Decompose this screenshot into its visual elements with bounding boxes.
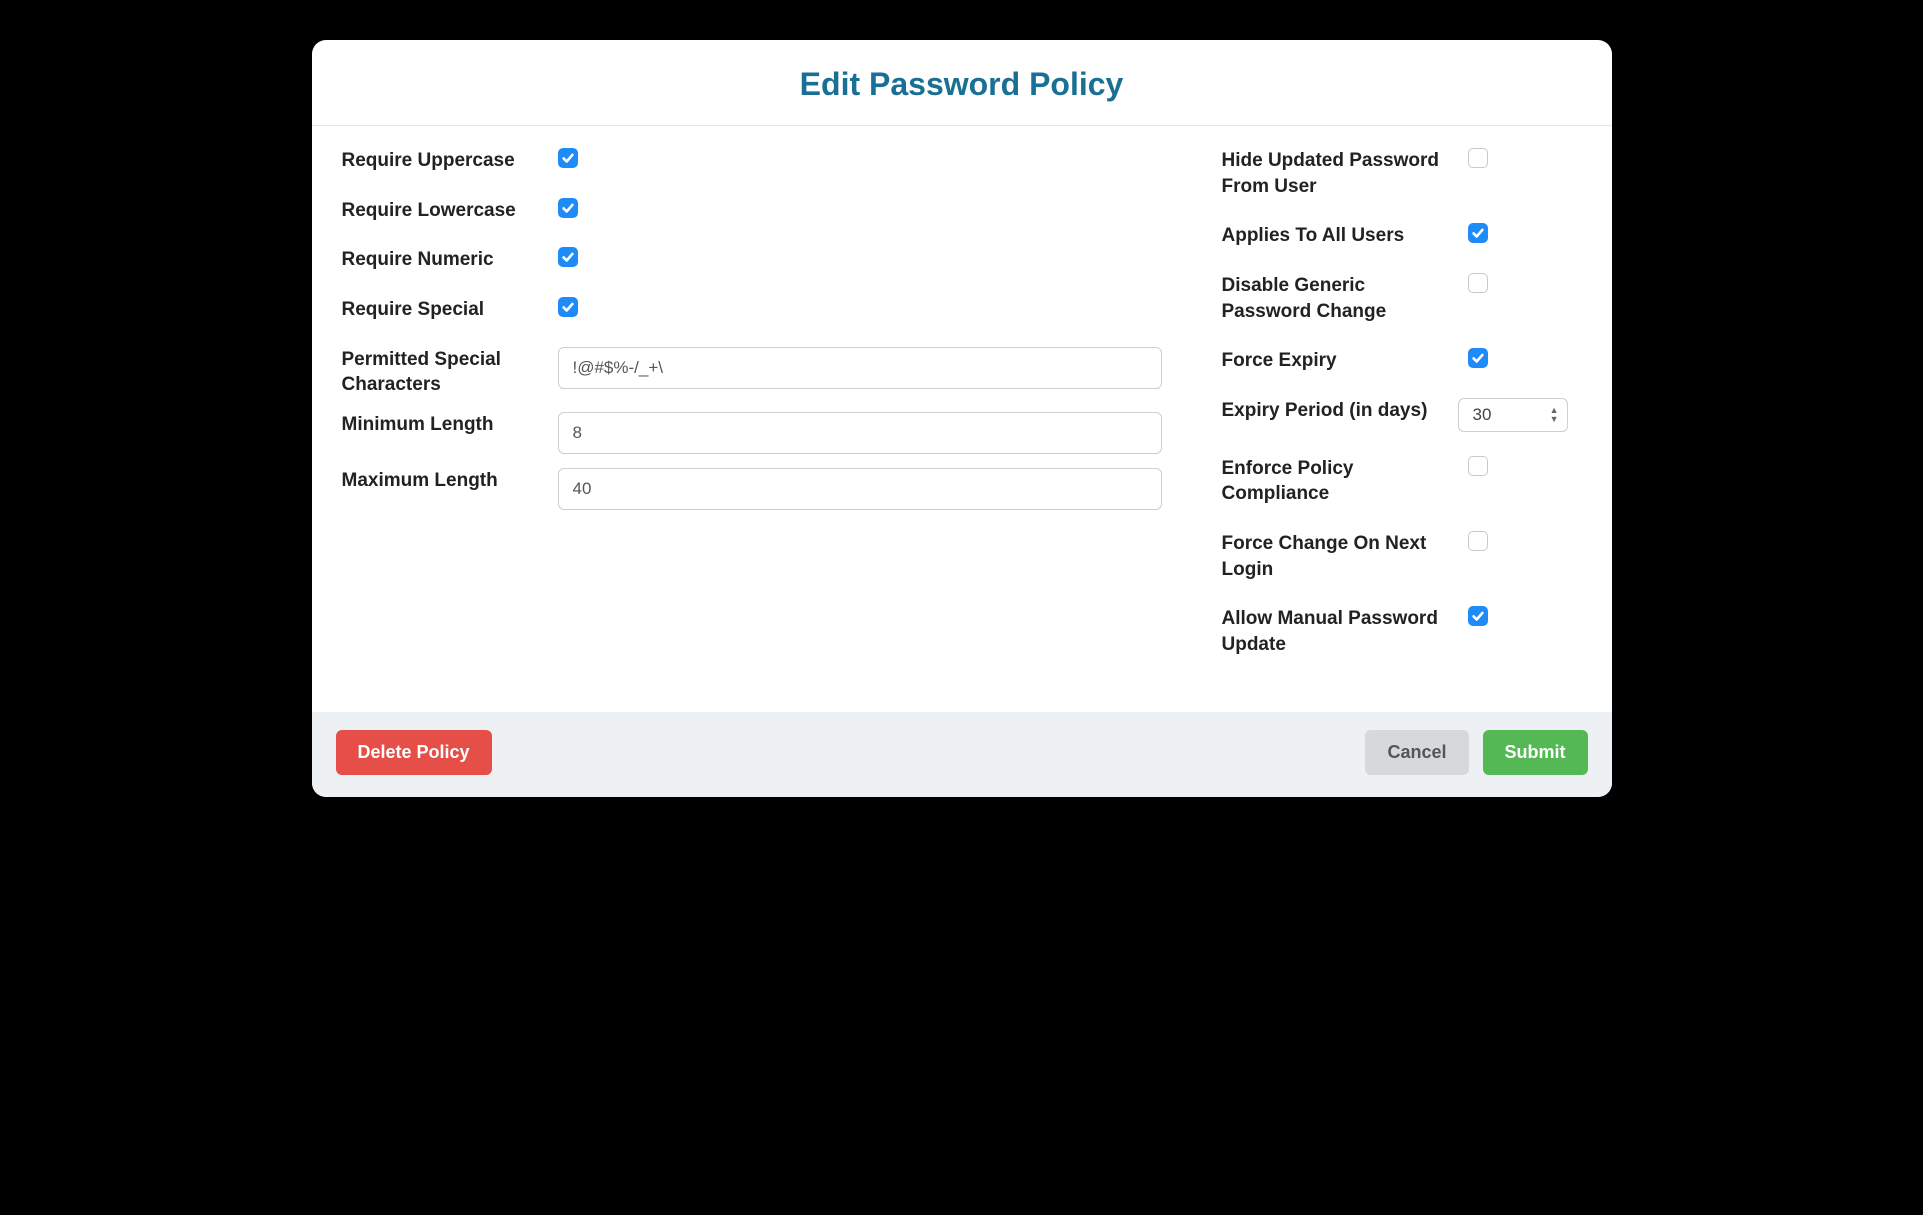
max-length-input[interactable] <box>558 468 1162 510</box>
check-icon <box>561 250 575 264</box>
require-special-checkbox[interactable] <box>558 297 578 317</box>
hide-updated-checkbox[interactable] <box>1468 148 1488 168</box>
require-numeric-checkbox[interactable] <box>558 247 578 267</box>
min-length-input[interactable] <box>558 412 1162 454</box>
enforce-compliance-checkbox[interactable] <box>1468 456 1488 476</box>
force-next-login-checkbox[interactable] <box>1468 531 1488 551</box>
check-icon <box>561 151 575 165</box>
require-uppercase-label: Require Uppercase <box>342 148 542 174</box>
disable-generic-checkbox[interactable] <box>1468 273 1488 293</box>
permitted-special-label: Permitted Special Characters <box>342 347 542 398</box>
permitted-special-input[interactable] <box>558 347 1162 389</box>
max-length-label: Maximum Length <box>342 468 542 494</box>
allow-manual-label: Allow Manual Password Update <box>1222 606 1442 657</box>
left-column: Require Uppercase Require Lowercase Requ… <box>342 148 1162 682</box>
panel-header: Edit Password Policy <box>312 40 1612 126</box>
submit-button[interactable]: Submit <box>1483 730 1588 775</box>
enforce-compliance-label: Enforce Policy Compliance <box>1222 456 1442 507</box>
force-expiry-checkbox[interactable] <box>1468 348 1488 368</box>
check-icon <box>561 201 575 215</box>
check-icon <box>1471 609 1485 623</box>
right-column: Hide Updated Password From User Applies … <box>1222 148 1582 682</box>
require-uppercase-checkbox[interactable] <box>558 148 578 168</box>
min-length-label: Minimum Length <box>342 412 542 438</box>
applies-all-checkbox[interactable] <box>1468 223 1488 243</box>
expiry-period-value: 30 <box>1473 405 1492 425</box>
cancel-button[interactable]: Cancel <box>1365 730 1468 775</box>
check-icon <box>561 300 575 314</box>
chevron-up-icon[interactable]: ▲ <box>1550 406 1559 414</box>
disable-generic-label: Disable Generic Password Change <box>1222 273 1442 324</box>
force-expiry-label: Force Expiry <box>1222 348 1442 374</box>
require-special-label: Require Special <box>342 297 542 323</box>
require-lowercase-label: Require Lowercase <box>342 198 542 224</box>
expiry-period-stepper[interactable]: 30 ▲ ▼ <box>1458 398 1568 432</box>
force-next-login-label: Force Change On Next Login <box>1222 531 1442 582</box>
require-numeric-label: Require Numeric <box>342 247 542 273</box>
panel-body: Require Uppercase Require Lowercase Requ… <box>312 126 1612 712</box>
page-title: Edit Password Policy <box>322 66 1602 103</box>
panel-footer: Delete Policy Cancel Submit <box>312 712 1612 797</box>
stepper-arrows[interactable]: ▲ ▼ <box>1550 406 1559 423</box>
require-lowercase-checkbox[interactable] <box>558 198 578 218</box>
edit-password-policy-panel: Edit Password Policy Require Uppercase R… <box>312 40 1612 797</box>
hide-updated-label: Hide Updated Password From User <box>1222 148 1442 199</box>
allow-manual-checkbox[interactable] <box>1468 606 1488 626</box>
chevron-down-icon[interactable]: ▼ <box>1550 415 1559 423</box>
expiry-period-label: Expiry Period (in days) <box>1222 398 1442 424</box>
applies-all-label: Applies To All Users <box>1222 223 1442 249</box>
check-icon <box>1471 226 1485 240</box>
check-icon <box>1471 351 1485 365</box>
delete-policy-button[interactable]: Delete Policy <box>336 730 492 775</box>
